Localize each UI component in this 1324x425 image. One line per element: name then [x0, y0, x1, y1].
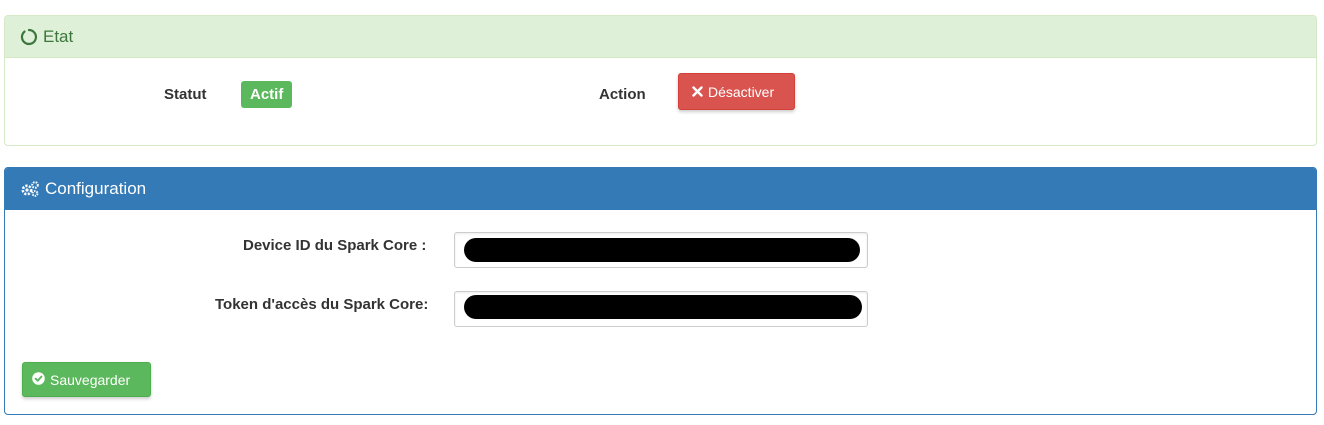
circle-notch-icon: [20, 28, 38, 46]
save-button-label: Sauvegarder: [50, 371, 131, 388]
etat-panel: Etat Statut Actif Action Désactiver: [4, 15, 1317, 146]
times-icon: [692, 84, 703, 100]
statut-label: Statut: [164, 86, 207, 103]
save-button[interactable]: Sauvegarder: [22, 362, 151, 397]
configuration-title: Configuration: [45, 178, 147, 198]
token-label: Token d'accès du Spark Core:: [215, 296, 429, 313]
etat-title: Etat: [43, 26, 74, 46]
action-label: Action: [599, 86, 646, 103]
configuration-panel-heading: Configuration: [5, 168, 1316, 210]
cogs-icon: [20, 180, 40, 198]
device-id-label: Device ID du Spark Core :: [243, 237, 427, 254]
etat-panel-heading: Etat: [5, 16, 1316, 58]
status-badge: Actif: [241, 81, 293, 108]
device-id-input[interactable]: [454, 232, 868, 268]
check-circle-icon: [32, 371, 45, 388]
configuration-panel: Configuration Device ID du Spark Core : …: [4, 167, 1317, 415]
deactivate-button[interactable]: Désactiver: [678, 73, 795, 110]
token-input[interactable]: [454, 291, 868, 327]
deactivate-button-label: Désactiver: [708, 83, 775, 100]
